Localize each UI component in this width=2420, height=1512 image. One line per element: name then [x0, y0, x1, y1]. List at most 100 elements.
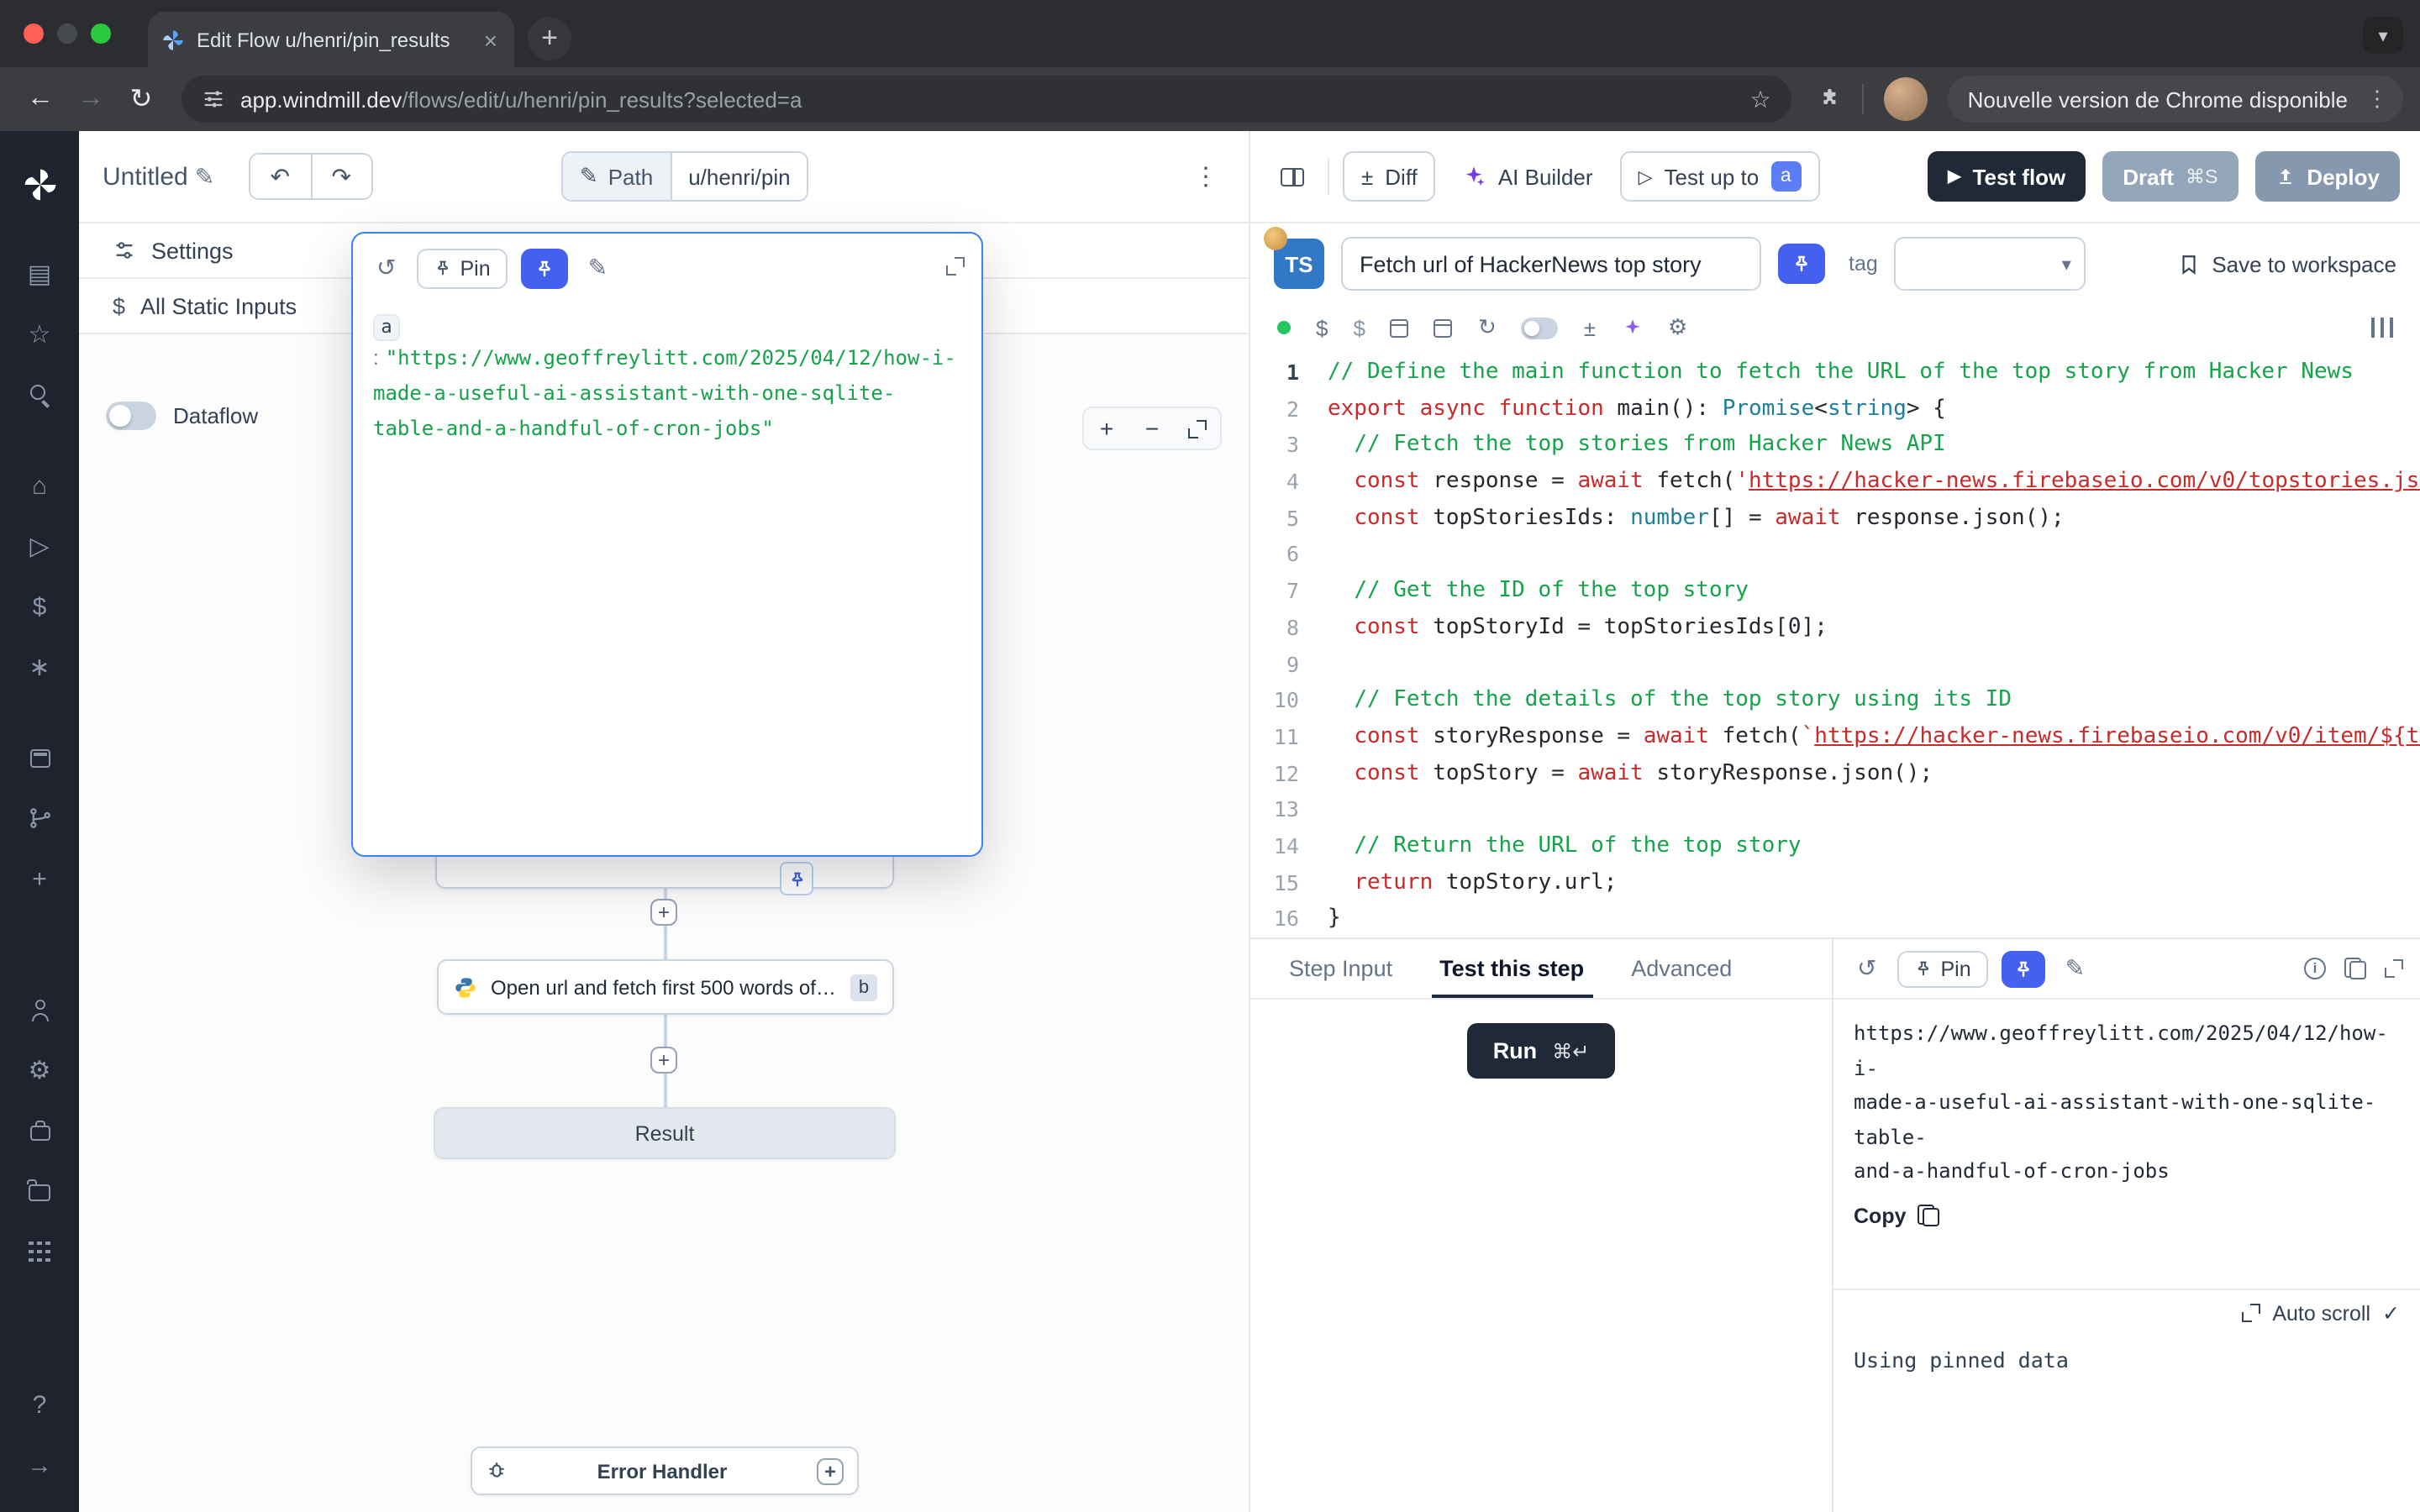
- add-error-handler-button[interactable]: +: [817, 1457, 844, 1484]
- run-button[interactable]: Run ⌘↵: [1468, 1023, 1615, 1079]
- dataflow-toggle[interactable]: [106, 402, 156, 430]
- pin-active-button[interactable]: [2002, 950, 2045, 987]
- magic-wand-icon[interactable]: [1621, 317, 1643, 339]
- flow-more-menu[interactable]: ⋮: [1186, 161, 1225, 192]
- pin-icon: [2013, 958, 2033, 979]
- url-text: app.windmill.dev/flows/edit/u/henri/pin_…: [240, 87, 1735, 112]
- copy-button[interactable]: Copy: [1854, 1204, 2400, 1227]
- zoom-window-button[interactable]: [91, 24, 111, 44]
- browser-tab[interactable]: Edit Flow u/henri/pin_results ×: [148, 12, 514, 67]
- profile-avatar[interactable]: [1884, 77, 1928, 121]
- package-icon[interactable]: [1391, 318, 1409, 337]
- sidebar-item-home[interactable]: ⌂: [19, 465, 60, 506]
- bug-icon: [486, 1460, 508, 1482]
- draft-button[interactable]: Draft ⌘S: [2102, 151, 2238, 202]
- panel-layout-icon[interactable]: [2371, 318, 2393, 338]
- docs-book-icon[interactable]: [1270, 155, 1314, 198]
- diff-icon[interactable]: ±: [1584, 315, 1596, 340]
- editor-toggle[interactable]: [1522, 317, 1559, 339]
- pin-active-button[interactable]: [521, 248, 568, 288]
- deploy-button[interactable]: Deploy: [2254, 151, 2400, 202]
- forward-button[interactable]: →: [67, 76, 114, 123]
- python-icon: [454, 975, 477, 999]
- tab-test-this-step[interactable]: Test this step: [1418, 939, 1606, 998]
- node-open-url-step[interactable]: Open url and fetch first 500 words of ..…: [437, 959, 894, 1015]
- sidebar-item-schedules[interactable]: [19, 738, 60, 778]
- tab-step-input[interactable]: Step Input: [1267, 939, 1414, 998]
- copy-result-icon[interactable]: [2344, 958, 2366, 979]
- history-icon[interactable]: ↺: [370, 247, 402, 289]
- minimize-window-button[interactable]: [57, 24, 77, 44]
- variables-icon[interactable]: $: [1316, 315, 1328, 340]
- chrome-update-chip[interactable]: Nouvelle version de Chrome disponible ⋮: [1948, 76, 2403, 123]
- edit-pin-pencil-icon[interactable]: ✎: [581, 247, 614, 289]
- code-editor[interactable]: 1// Define the main function to fetch th…: [1250, 351, 2420, 937]
- history-icon[interactable]: ↺: [1850, 948, 1883, 990]
- sidebar-item-settings[interactable]: ⚙: [19, 1050, 60, 1090]
- editor-settings-icon[interactable]: ⚙: [1668, 314, 1687, 341]
- sidebar-item-flows[interactable]: [19, 798, 60, 838]
- info-icon[interactable]: [2304, 958, 2326, 979]
- tab-close-icon[interactable]: ×: [481, 26, 501, 53]
- zoom-in-button[interactable]: +: [1084, 408, 1129, 449]
- insert-step-button[interactable]: +: [650, 899, 677, 926]
- test-up-to-button[interactable]: ▷ Test up to a: [1620, 151, 1820, 202]
- tag-select[interactable]: ▾: [1895, 237, 2086, 291]
- node-result[interactable]: Result: [434, 1107, 896, 1159]
- diff-button[interactable]: ± Diff: [1343, 151, 1436, 202]
- sidebar-item-resources[interactable]: ∗: [19, 647, 60, 687]
- expand-result-icon[interactable]: [2385, 959, 2403, 978]
- test-flow-button[interactable]: ▶ Test flow: [1928, 151, 2086, 202]
- extensions-puzzle-icon[interactable]: [1808, 77, 1852, 121]
- sidebar-item-groups[interactable]: [19, 1231, 60, 1272]
- expand-popup-button[interactable]: [946, 253, 965, 283]
- package-icon[interactable]: [1434, 318, 1453, 337]
- step-title-input[interactable]: [1341, 237, 1761, 291]
- path-control[interactable]: ✎Path u/henri/pin: [561, 151, 809, 202]
- bookmark-star-icon[interactable]: ☆: [1750, 85, 1771, 113]
- tab-advanced[interactable]: Advanced: [1609, 939, 1754, 998]
- save-to-workspace-button[interactable]: Save to workspace: [2178, 251, 2396, 276]
- sidebar-item-users[interactable]: [19, 990, 60, 1030]
- resources-icon[interactable]: $: [1353, 315, 1365, 340]
- ai-builder-button[interactable]: AI Builder: [1449, 151, 1607, 202]
- new-tab-button[interactable]: +: [528, 17, 571, 60]
- sidebar-item-apps[interactable]: ▤: [19, 254, 60, 294]
- calendar-icon: [29, 748, 50, 767]
- edit-title-pencil-icon[interactable]: ✎: [188, 155, 221, 197]
- static-inputs-label: All Static Inputs: [140, 293, 297, 318]
- node-error-handler[interactable]: Error Handler +: [471, 1446, 859, 1495]
- node-pin-badge[interactable]: [780, 862, 813, 895]
- zoom-out-button[interactable]: −: [1129, 408, 1175, 449]
- sidebar-item-runs[interactable]: ▷: [19, 526, 60, 566]
- sidebar-item-collapse[interactable]: →: [19, 1445, 60, 1485]
- auto-scroll-control[interactable]: Auto scroll ✓: [1854, 1289, 2400, 1336]
- macos-traffic-lights[interactable]: [24, 24, 111, 44]
- check-icon: ✓: [2382, 1300, 2400, 1326]
- reset-icon[interactable]: ↻: [1478, 314, 1497, 341]
- sidebar-item-folders[interactable]: [19, 1171, 60, 1211]
- reload-button[interactable]: ↻: [118, 76, 165, 123]
- pin-button[interactable]: Pin: [1897, 950, 1987, 987]
- browser-menu-icon[interactable]: ⋮: [2361, 86, 2393, 113]
- sidebar-item-help[interactable]: ?: [19, 1384, 60, 1425]
- sidebar-item-search[interactable]: [19, 375, 60, 415]
- insert-step-button[interactable]: +: [650, 1047, 677, 1074]
- fit-view-button[interactable]: [1175, 408, 1220, 449]
- undo-button[interactable]: ↶: [250, 155, 310, 198]
- sidebar-item-favorites[interactable]: ☆: [19, 314, 60, 354]
- pin-button[interactable]: Pin: [416, 248, 507, 288]
- flow-editor-panel: Untitled ✎ ↶ ↷ ✎Path u/henri/pin ⋮: [79, 131, 1250, 1512]
- edit-pin-pencil-icon[interactable]: ✎: [2059, 948, 2091, 990]
- pin-active-button[interactable]: [1778, 244, 1825, 284]
- site-settings-icon[interactable]: [202, 87, 225, 111]
- sidebar-item-variables[interactable]: $: [19, 586, 60, 627]
- sidebar-item-add[interactable]: +: [19, 858, 60, 899]
- back-button[interactable]: ←: [17, 76, 64, 123]
- close-window-button[interactable]: [24, 24, 44, 44]
- sidebar-item-workers[interactable]: [19, 1110, 60, 1151]
- sidebar-item-logo[interactable]: [19, 165, 60, 205]
- tab-search-button[interactable]: ▾: [2363, 17, 2403, 54]
- address-bar[interactable]: app.windmill.dev/flows/edit/u/henri/pin_…: [182, 76, 1791, 123]
- redo-button[interactable]: ↷: [310, 155, 371, 198]
